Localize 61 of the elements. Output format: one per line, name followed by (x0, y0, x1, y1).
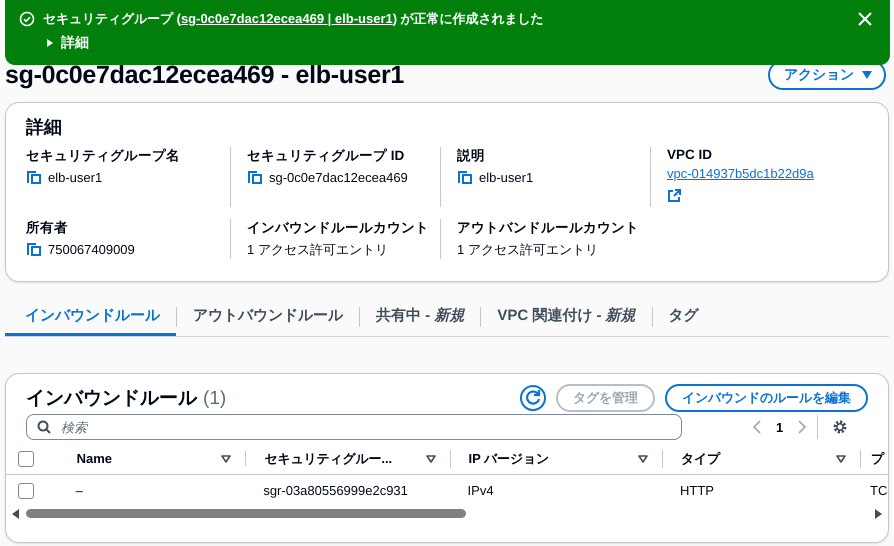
field-value: 1 アクセス許可エントリ (457, 241, 598, 259)
table-cell: TC (870, 483, 888, 498)
copy-icon[interactable] (247, 169, 263, 185)
section-heading: インバウンドルール (26, 388, 197, 409)
row-checkbox[interactable] (18, 482, 34, 498)
field-label: 所有者 (26, 219, 69, 237)
settings-icon[interactable] (832, 419, 848, 435)
field-value: 750067409009 (48, 242, 135, 256)
details-toggle[interactable]: 詳細 (45, 34, 89, 52)
security-group-link[interactable]: sg-0c0e7dac12ecea469 | elb-user1 (180, 11, 393, 26)
copy-icon[interactable] (26, 241, 42, 257)
tab[interactable]: アウトバウンドルール (177, 298, 359, 336)
field-value: elb-user1 (479, 170, 534, 184)
external-link-icon[interactable] (667, 189, 681, 203)
tab[interactable]: VPC 関連付け - 新規 (481, 298, 652, 336)
page-title: sg-0c0e7dac12ecea469 - elb-user1 (5, 60, 404, 90)
sort-caret-icon[interactable] (638, 454, 648, 463)
caret-icon (45, 38, 55, 48)
chevron-right-icon[interactable] (797, 420, 808, 434)
refresh-icon[interactable] (520, 385, 546, 411)
check-circle-icon (19, 11, 35, 27)
rule-count: (1) (203, 388, 226, 409)
field-label: VPC ID (667, 147, 714, 162)
search-icon (37, 420, 51, 434)
copy-icon[interactable] (26, 169, 42, 185)
search-field[interactable]: 検索 (26, 414, 682, 440)
success-message: セキュリティグループ (sg-0c0e7dac12ecea469 | elb-user1) が正常に作成されました (43, 10, 544, 28)
caret-icon (862, 71, 872, 79)
field-value: sg-0c0e7dac12ecea469 (269, 170, 408, 184)
chevron-left-icon[interactable] (752, 420, 762, 434)
tab[interactable]: タグ (652, 298, 715, 336)
column-header[interactable]: プ (871, 450, 884, 468)
field-label: セキュリティグループ ID (247, 147, 406, 165)
field-label: アウトバンドルールカウント (457, 219, 640, 237)
page-number[interactable]: 1 (776, 420, 784, 434)
column-header[interactable]: タイプ (680, 450, 720, 468)
sort-caret-icon[interactable] (426, 454, 436, 463)
close-icon[interactable] (858, 12, 872, 26)
field-value: 1 アクセス許可エントリ (247, 241, 388, 259)
sort-caret-icon[interactable] (221, 454, 232, 463)
table-cell: sgr-03a80556999e2c931 (263, 483, 408, 498)
table-cell: – (76, 483, 83, 498)
sort-caret-icon[interactable] (836, 454, 846, 463)
select-all-checkbox[interactable] (18, 450, 34, 467)
vpc-link[interactable]: vpc-014937b5dc1b22d9a (667, 166, 814, 181)
column-header[interactable]: セキュリティグルー... (264, 450, 392, 468)
table-cell: HTTP (680, 483, 714, 498)
field-label: 説明 (457, 147, 486, 165)
tab[interactable]: 共有中 - 新規 (360, 298, 480, 336)
scroll-left-icon[interactable] (12, 508, 20, 518)
table-cell: IPv4 (468, 483, 494, 498)
column-header[interactable]: Name (76, 451, 112, 466)
edit-rules-button[interactable]: インバウンドのルールを編集 (665, 384, 868, 412)
scroll-right-icon[interactable] (874, 508, 882, 518)
copy-icon[interactable] (457, 169, 473, 185)
field-label: インバウンドルールカウント (247, 219, 430, 237)
field-label: セキュリティグループ名 (26, 147, 181, 165)
tab[interactable]: インバウンドルール (5, 298, 176, 336)
field-value: elb-user1 (48, 170, 102, 184)
section-heading: 詳細 (26, 116, 63, 139)
column-header[interactable]: IP バージョン (468, 450, 550, 468)
